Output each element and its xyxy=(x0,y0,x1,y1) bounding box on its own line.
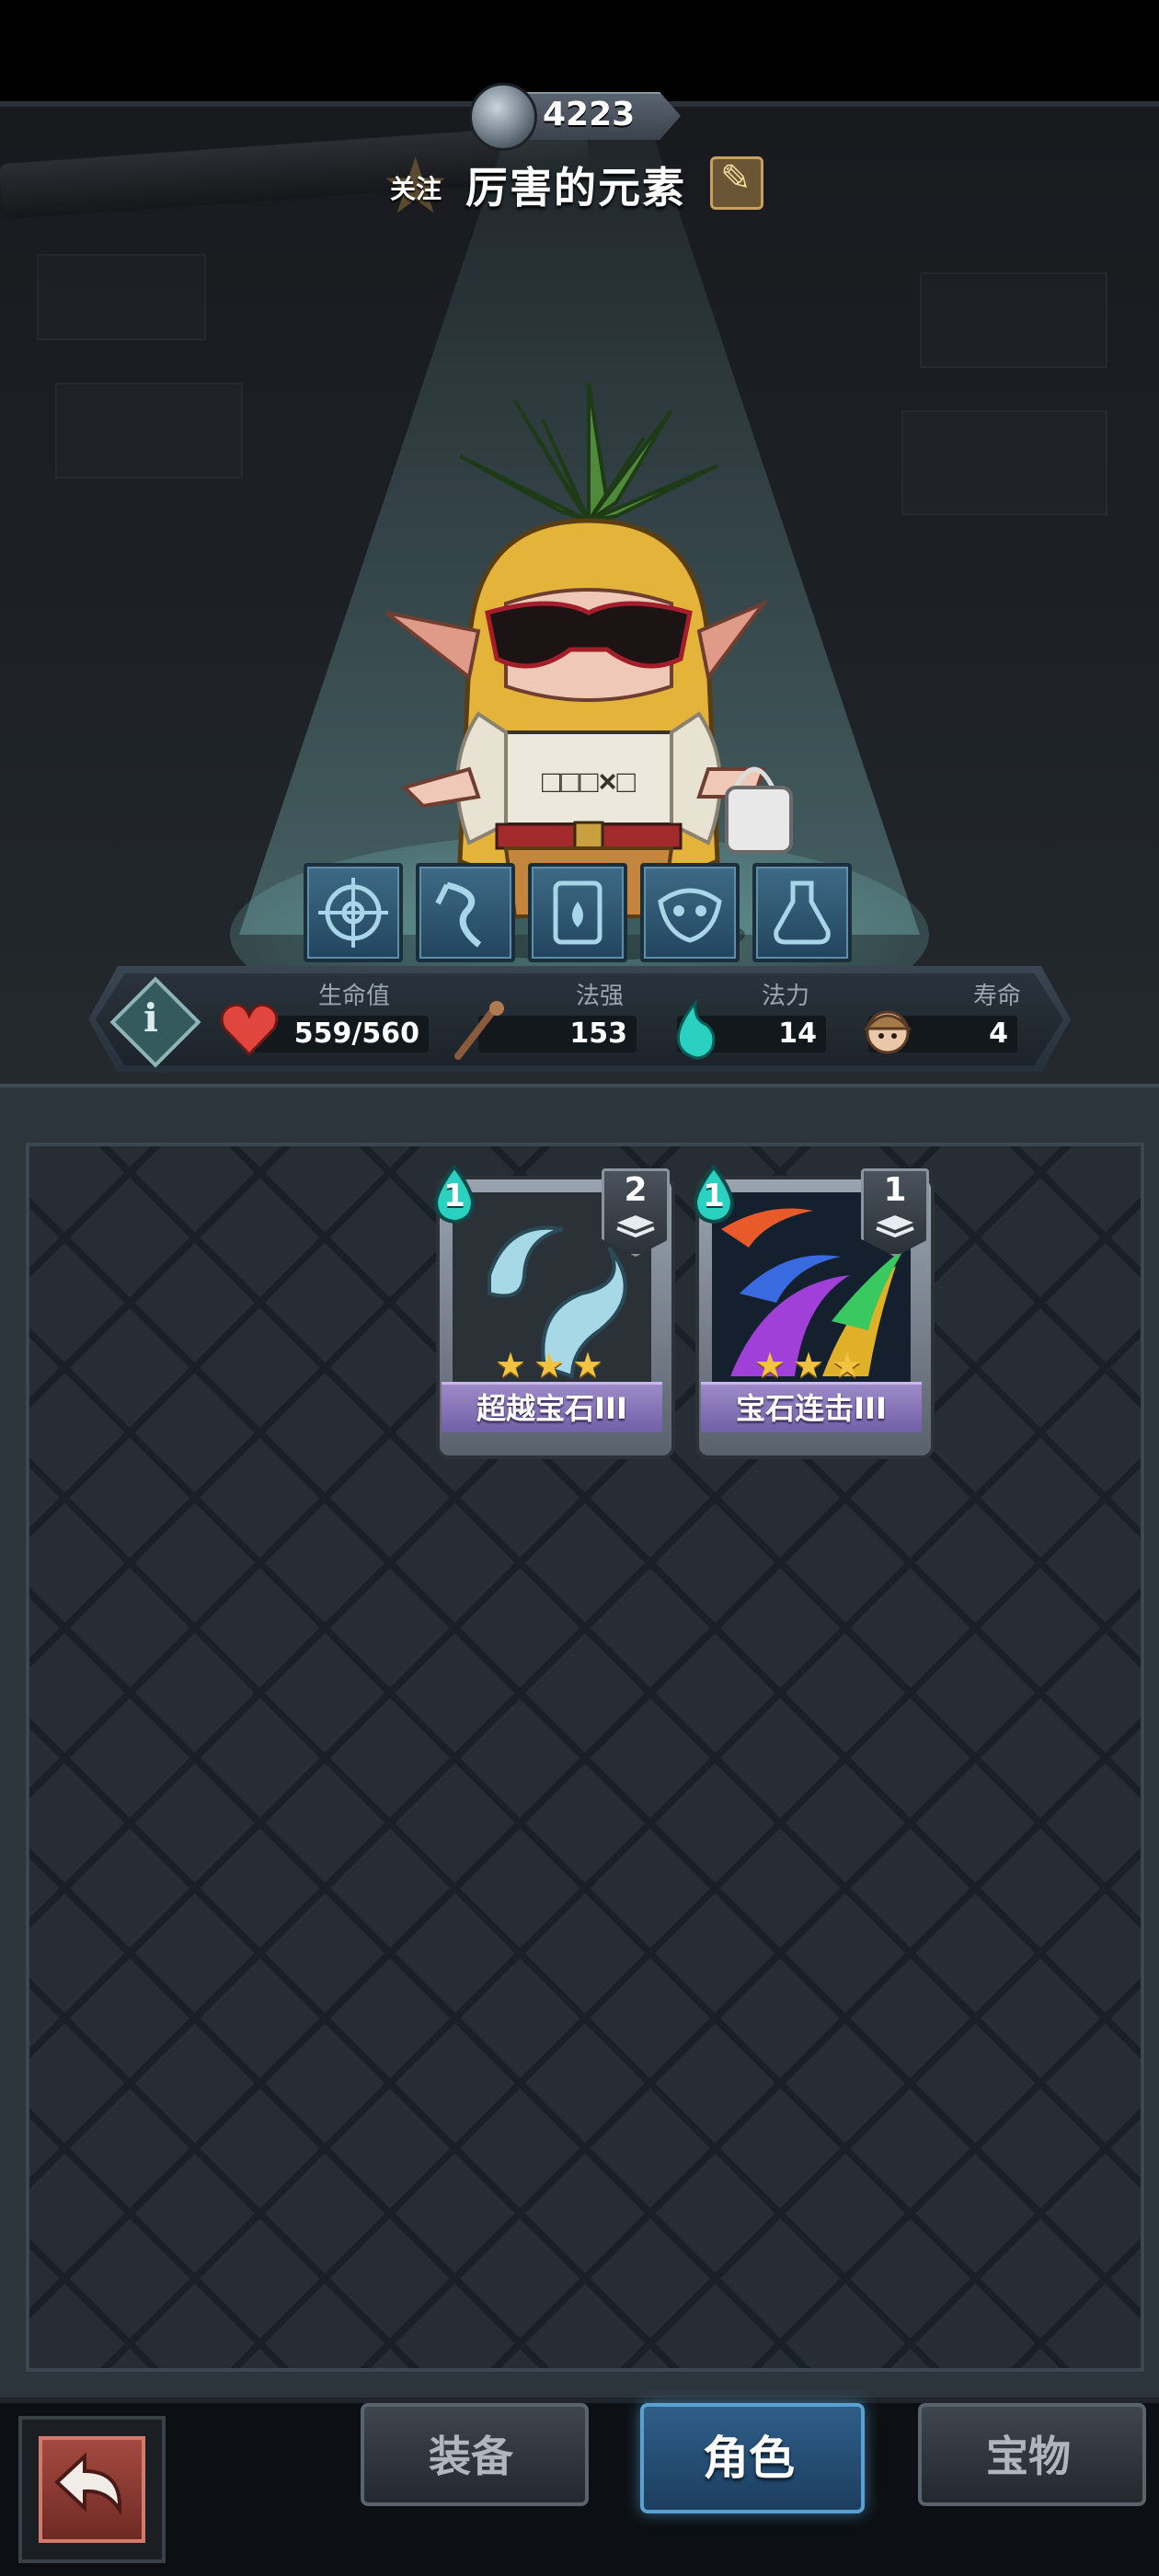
follow-button[interactable]: ★ 关注 xyxy=(381,147,458,224)
edit-name-button[interactable]: ✎ xyxy=(710,156,763,210)
stat-label: 寿命 xyxy=(973,983,1022,1010)
star-icon: ★ xyxy=(534,1345,566,1386)
back-button[interactable] xyxy=(18,2416,166,2563)
pencil-icon: ✎ xyxy=(720,157,752,200)
staff-icon xyxy=(454,1001,504,1060)
card-item[interactable]: 宝石连击III ★ ★ ★ 1 1 xyxy=(693,1165,935,1459)
layers-icon xyxy=(876,1215,914,1238)
card-cost-value: 1 xyxy=(703,1178,725,1214)
tab-equipment[interactable]: 装备 xyxy=(361,2403,589,2506)
stats-bar: i 生命值 559/560 法强 153 法力 14 寿命 4 xyxy=(88,966,1071,1073)
stat-lifespan: 寿命 4 xyxy=(861,977,1045,1060)
heart-icon xyxy=(220,1003,279,1057)
skill-row xyxy=(304,863,855,962)
hero-name: 厉害的元素 xyxy=(465,163,686,213)
tab-label: 装备 xyxy=(429,2432,513,2481)
potion-flask-icon xyxy=(774,880,831,945)
demon-mask-icon xyxy=(658,888,722,943)
layers-icon xyxy=(616,1215,655,1238)
stat-spell-power: 法强 153 xyxy=(454,977,640,1060)
power-badge: 4223 xyxy=(469,83,690,151)
claw-rune-icon xyxy=(435,881,482,948)
stat-mana: 法力 14 xyxy=(670,977,854,1060)
tab-label: 角色 xyxy=(703,2432,795,2485)
target-rune-icon xyxy=(318,878,388,948)
stat-label: 法力 xyxy=(762,983,810,1010)
skill-slot-mask[interactable] xyxy=(640,863,740,962)
power-icon xyxy=(469,83,537,151)
stat-label: 生命值 xyxy=(318,983,391,1010)
card-stack-badge: 2 xyxy=(602,1168,670,1257)
stat-health: 生命值 559/560 xyxy=(217,977,429,1060)
info-button[interactable]: i xyxy=(109,976,201,1068)
tab-treasure[interactable]: 宝物 xyxy=(918,2403,1146,2506)
card-stack-count: 2 xyxy=(624,1171,648,1209)
card-cost: 1 xyxy=(429,1165,480,1224)
star-icon: ★ xyxy=(495,1345,527,1386)
card-stars: ★ ★ ★ xyxy=(754,1347,868,1384)
card-cost: 1 xyxy=(688,1165,740,1224)
follow-label: 关注 xyxy=(390,174,442,204)
tab-label: 宝物 xyxy=(986,2432,1071,2481)
card-cost-value: 1 xyxy=(443,1178,465,1214)
star-icon: ★ xyxy=(793,1345,825,1386)
card-name: 宝石连击III xyxy=(736,1391,887,1426)
star-icon: ★ xyxy=(754,1345,786,1386)
tab-character[interactable]: 角色 xyxy=(640,2403,865,2513)
lifespan-face-icon xyxy=(863,1010,912,1054)
flame-scroll-icon xyxy=(553,880,602,945)
star-icon: ★ xyxy=(832,1345,864,1386)
back-arrow-icon xyxy=(54,2452,122,2516)
star-icon: ★ xyxy=(572,1345,604,1386)
card-stack-count: 1 xyxy=(883,1171,907,1209)
card-name: 超越宝石III xyxy=(476,1391,627,1426)
skill-slot-target[interactable] xyxy=(304,863,403,962)
card-item[interactable]: 超越宝石III ★ ★ ★ 2 1 xyxy=(433,1165,675,1459)
power-value: 4223 xyxy=(543,96,636,133)
card-stars: ★ ★ ★ xyxy=(495,1347,609,1384)
card-stack-badge: 1 xyxy=(861,1168,929,1257)
skill-slot-claw[interactable] xyxy=(416,863,515,962)
mana-flame-icon xyxy=(676,998,716,1060)
stat-label: 法强 xyxy=(576,983,625,1010)
info-icon: i xyxy=(143,995,158,1041)
skill-slot-potion[interactable] xyxy=(752,863,852,962)
svg-text:□□□×□: □□□×□ xyxy=(542,765,636,799)
skill-slot-scroll[interactable] xyxy=(528,863,627,962)
